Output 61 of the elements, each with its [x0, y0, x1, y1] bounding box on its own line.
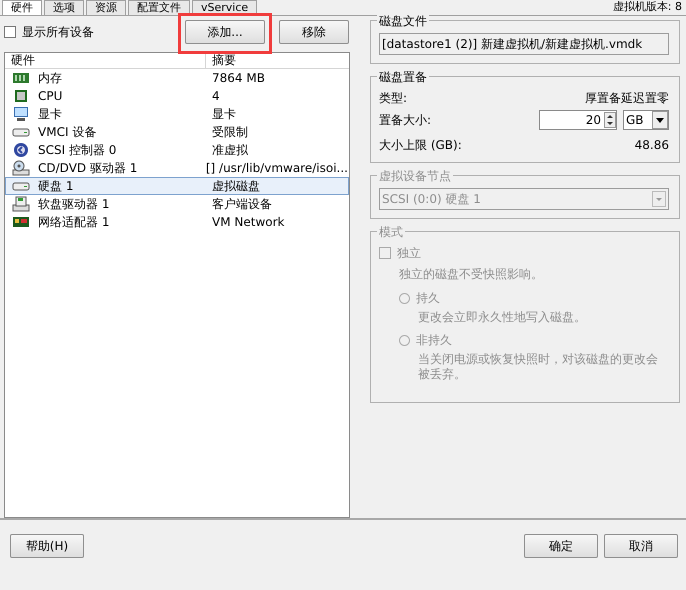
disk-file-field: [datastore1 (2)] 新建虚拟机/新建虚拟机.vmdk [379, 33, 669, 55]
group-title: 磁盘文件 [377, 12, 429, 30]
type-value: 厚置备延迟置零 [585, 90, 669, 107]
device-name: 硬盘 1 [38, 178, 74, 195]
hardware-row[interactable]: 硬盘 1 虚拟磁盘 [5, 177, 349, 195]
tab[interactable]: 硬件 [2, 0, 42, 15]
version-label: 虚拟机版本: 8 [612, 0, 683, 14]
disc-drive-icon [12, 160, 30, 176]
network-card-icon [12, 214, 30, 230]
hardware-row[interactable]: CD/DVD 驱动器 1 [] /usr/lib/vmware/isoi... [5, 159, 349, 177]
tab[interactable]: 配置文件 [128, 0, 190, 15]
column-header: 摘要 [205, 53, 236, 68]
button[interactable]: 移除 [279, 20, 349, 44]
device-name: 显卡 [38, 106, 62, 123]
hardware-row[interactable]: 显卡 显卡 [5, 105, 349, 123]
device-summary: 客户端设备 [211, 196, 272, 213]
max-size-value: 48.86 [634, 137, 669, 154]
device-name: 内存 [38, 70, 62, 87]
device-summary: [] /usr/lib/vmware/isoi... [204, 160, 348, 177]
size-spinner[interactable]: 20 [539, 110, 617, 130]
floppy-drive-icon [12, 196, 30, 212]
device-summary: VM Network [211, 214, 284, 231]
button[interactable]: 取消 [604, 534, 678, 558]
device-summary: 虚拟磁盘 [211, 178, 260, 195]
option-description: 当关闭电源或恢复快照时，对该磁盘的更改会被丢弃。 [417, 352, 659, 382]
column-header: 硬件 [10, 53, 36, 68]
chip-icon [12, 88, 30, 104]
device-name: VMCI 设备 [38, 124, 96, 141]
size-label: 置备大小: [379, 112, 432, 129]
hardware-row[interactable]: 软盘驱动器 1 客户端设备 [5, 195, 349, 213]
device-summary: 4 [211, 88, 220, 105]
device-name: SCSI 控制器 0 [38, 142, 116, 159]
device-summary: 准虚拟 [211, 142, 248, 159]
hardware-row[interactable]: 网络适配器 1 VM Network [5, 213, 349, 231]
hardware-row[interactable]: CPU 4 [5, 87, 349, 105]
hardware-row[interactable]: VMCI 设备 受限制 [5, 123, 349, 141]
group-title: 虚拟设备节点 [377, 167, 453, 185]
controller-icon [12, 142, 30, 158]
max-size-label: 大小上限 (GB): [379, 137, 462, 154]
tab[interactable]: 选项 [44, 0, 84, 15]
unit-select[interactable]: GB [623, 110, 669, 130]
independent-description: 独立的磁盘不受快照影响。 [398, 266, 544, 283]
button[interactable]: 添加... [185, 20, 265, 44]
button[interactable]: 帮助(H) [10, 534, 84, 558]
device-summary: 7864 MB [211, 70, 265, 87]
device-name: CPU [38, 88, 62, 105]
hardware-row[interactable]: 内存 7864 MB [5, 69, 349, 87]
hardware-row[interactable]: SCSI 控制器 0 准虚拟 [5, 141, 349, 159]
device-name: 软盘驱动器 1 [38, 196, 110, 213]
option-description: 更改会立即永久性地写入磁盘。 [417, 310, 587, 325]
tab[interactable]: 资源 [86, 0, 126, 15]
memory-icon [12, 70, 30, 86]
type-label: 类型: [379, 90, 408, 107]
button[interactable]: 确定 [524, 534, 598, 558]
device-name: 网络适配器 1 [38, 214, 110, 231]
device-name: CD/DVD 驱动器 1 [38, 160, 138, 177]
monitor-icon [12, 106, 30, 122]
show-all-checkbox[interactable]: 显示所有设备 [4, 23, 94, 41]
device-summary: 显卡 [211, 106, 236, 123]
device-summary: 受限制 [211, 124, 248, 141]
spinner-arrows-icon[interactable] [604, 112, 616, 128]
